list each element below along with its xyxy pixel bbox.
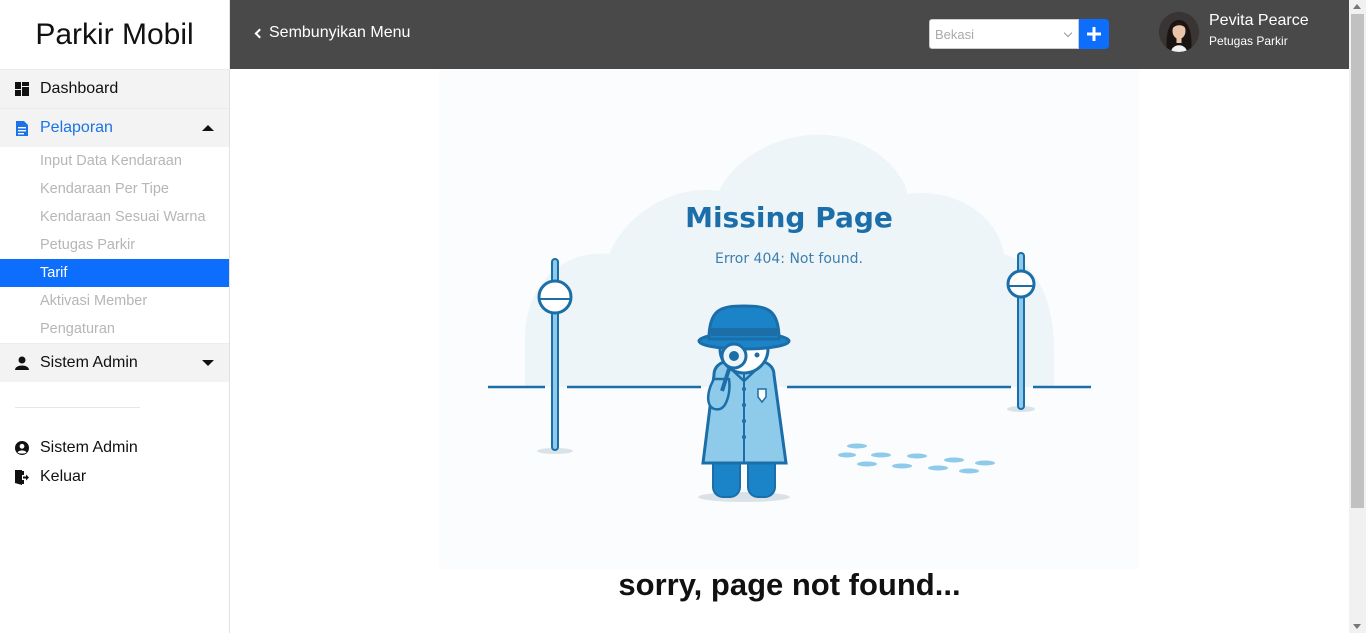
submenu-item-tarif[interactable]: Tarif <box>0 259 229 287</box>
user-circle-icon <box>15 440 29 455</box>
brand-title: Parkir Mobil <box>35 17 194 51</box>
sidebar-item-pelaporan[interactable]: Pelaporan <box>0 108 229 147</box>
scrollbar-thumb[interactable] <box>1351 14 1364 508</box>
toggle-menu-label: Sembunyikan Menu <box>269 24 411 41</box>
submenu-item-pengaturan[interactable]: Pengaturan <box>0 315 229 343</box>
detective-illustration <box>439 69 1139 569</box>
submenu-item-kendaraan-warna[interactable]: Kendaraan Sesuai Warna <box>0 203 229 231</box>
main-content: Missing Page Error 404: Not found. sorry… <box>230 69 1349 633</box>
illustration-title: Missing Page <box>685 201 893 234</box>
avatar[interactable] <box>1159 12 1199 52</box>
footer-item-keluar[interactable]: Keluar <box>0 462 229 491</box>
sidebar-item-dashboard[interactable]: Dashboard <box>0 69 229 108</box>
chevron-down-icon <box>1063 28 1073 38</box>
logout-icon <box>15 469 29 485</box>
dashboard-icon <box>15 82 29 96</box>
location-select[interactable]: Bekasi <box>929 19 1079 49</box>
footer-item-sistem-admin[interactable]: Sistem Admin <box>0 433 229 462</box>
scroll-down-icon[interactable] <box>1353 624 1361 629</box>
submenu-pelaporan: Input Data Kendaraan Kendaraan Per Tipe … <box>0 147 229 343</box>
user-icon <box>15 356 29 370</box>
sidebar-item-label: Pelaporan <box>40 119 113 136</box>
not-found-message: sorry, page not found... <box>618 567 961 602</box>
toggle-menu-button[interactable]: Sembunyikan Menu <box>254 24 411 42</box>
page-scrollbar[interactable] <box>1349 0 1366 633</box>
submenu-item-aktivasi-member[interactable]: Aktivasi Member <box>0 287 229 315</box>
caret-up-icon <box>202 125 214 131</box>
missing-page-illustration: Missing Page Error 404: Not found. <box>439 69 1139 569</box>
sidebar: Parkir Mobil Dashboard Pelaporan Input D… <box>0 0 230 633</box>
topbar: Sembunyikan Menu Bekasi Pevita Pearce Pe… <box>230 0 1349 69</box>
sidebar-item-sistem-admin[interactable]: Sistem Admin <box>0 343 229 382</box>
submenu-item-petugas-parkir[interactable]: Petugas Parkir <box>0 231 229 259</box>
user-name: Pevita Pearce <box>1209 12 1309 29</box>
plus-icon <box>1087 27 1101 41</box>
footer-item-label: Sistem Admin <box>40 438 138 456</box>
illustration-subtitle: Error 404: Not found. <box>714 251 864 267</box>
chevron-left-icon <box>254 28 265 38</box>
user-role: Petugas Parkir <box>1209 34 1288 48</box>
sidebar-divider <box>15 407 140 408</box>
location-select-value: Bekasi <box>935 27 975 42</box>
sidebar-item-label: Dashboard <box>40 80 119 97</box>
document-icon <box>15 120 29 136</box>
submenu-item-input-data[interactable]: Input Data Kendaraan <box>0 147 229 175</box>
sidebar-item-label: Sistem Admin <box>40 354 138 371</box>
caret-down-icon <box>202 360 214 366</box>
add-location-button[interactable] <box>1079 19 1109 49</box>
scroll-up-icon[interactable] <box>1353 4 1361 9</box>
submenu-item-kendaraan-per-tipe[interactable]: Kendaraan Per Tipe <box>0 175 229 203</box>
footer-item-label: Keluar <box>40 467 87 485</box>
